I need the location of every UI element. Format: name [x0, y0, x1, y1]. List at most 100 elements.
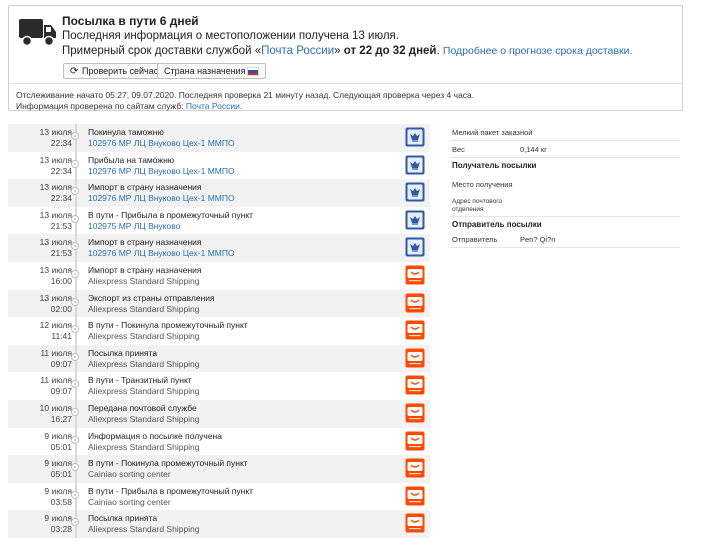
- event-status: В пути - Покинула промежуточный пункт: [88, 320, 248, 331]
- timeline-event: 9 июля 05:01 В пути - Покинула промежуточн…: [8, 455, 430, 483]
- timeline-dot-icon: [71, 463, 79, 472]
- event-status: Информация о посылке получена: [88, 430, 222, 441]
- event-time: 09:07: [50, 386, 72, 397]
- event-time: 21:53: [50, 248, 72, 259]
- recipient-section-header: Получатель посылки: [452, 161, 537, 170]
- russia-flag-icon: [247, 67, 260, 77]
- event-location: 102976 МР ЛЦ Внуково Цех-1 ММПО: [88, 165, 235, 176]
- event-datetime: 13 июля 22:34: [40, 155, 72, 177]
- event-datetime: 9 июля 03:58: [44, 486, 72, 508]
- divider: [9, 83, 682, 84]
- check-now-button[interactable]: ⟳ Проверить сейчас: [63, 63, 166, 79]
- event-date: 10 июля: [39, 402, 72, 413]
- event-location: Aliexpress Standard Shipping: [88, 524, 200, 535]
- event-status: Экспорт из страны отправления: [88, 292, 215, 303]
- aliexpress-icon: [405, 431, 425, 451]
- event-date: 9 июля: [44, 513, 72, 524]
- aliexpress-icon: [405, 348, 425, 368]
- event-location: Aliexpress Standard Shipping: [88, 303, 200, 314]
- aliexpress-icon: [405, 486, 425, 506]
- verified-sources: Информация проверена по сайтам служб: По…: [16, 101, 243, 111]
- event-date: 12 июля: [39, 320, 72, 331]
- event-date: 13 июля: [39, 237, 72, 248]
- event-time: 16:00: [50, 275, 72, 286]
- weight-row: Вес 0,144 кг: [452, 145, 547, 154]
- forecast-link[interactable]: Подробнее о прогнозе срока доставки.: [443, 45, 633, 57]
- truck-icon: [19, 19, 56, 47]
- event-time: 09:07: [50, 358, 72, 369]
- event-status: В пути - Прибыла в промежуточный пункт: [88, 485, 254, 496]
- event-location: Aliexpress Standard Shipping: [88, 413, 200, 424]
- destination-country-button[interactable]: Страна назначения: [157, 63, 267, 79]
- event-location: 102976 МР ЛЦ Внуково Цех-1 ММПО: [88, 193, 235, 204]
- sender-section-header: Отправитель посылки: [452, 220, 542, 229]
- timeline-event: 13 июля 21:53 В пути - Прибыла в промежуто…: [8, 206, 430, 235]
- event-date: 11 июля: [40, 347, 72, 358]
- event-time: 02:00: [50, 303, 72, 314]
- aliexpress-icon: [405, 513, 425, 533]
- event-status: Передана почтовой службе: [88, 402, 197, 413]
- aliexpress-icon: [405, 375, 425, 395]
- event-date: 9 июля: [44, 458, 72, 469]
- timeline-event: 13 июля 22:34 Импорт в страну назначения 10…: [8, 179, 430, 207]
- event-status: В пути - Транзитный пункт: [88, 375, 192, 386]
- timeline-dot-icon: [71, 407, 79, 416]
- event-datetime: 9 июля 03:28: [44, 513, 72, 535]
- event-datetime: 13 июля 02:00: [40, 293, 72, 315]
- event-datetime: 13 июля 22:34: [40, 127, 72, 149]
- timeline-dot-icon: [71, 214, 79, 223]
- refresh-icon: ⟳: [70, 66, 79, 77]
- event-status: В пути - Прибыла в промежуточный пункт: [88, 209, 254, 220]
- timeline-event: 13 июля 22:34 Прибыла на таможню 102976 МР …: [8, 151, 430, 180]
- aliexpress-icon: [405, 403, 425, 423]
- event-datetime: 9 июля 05:01: [44, 458, 72, 480]
- event-time: 11:41: [51, 331, 72, 342]
- timeline-dot-icon: [71, 187, 79, 196]
- timeline-event: 9 июля 03:58 В пути - Прибыла в промежуточ…: [8, 482, 430, 511]
- event-time: 22:34: [50, 138, 72, 148]
- aliexpress-icon: [405, 293, 425, 313]
- delivery-estimate: Примерный срок доставки службой «Почта Р…: [62, 45, 633, 57]
- timeline-event: 12 июля 11:41 В пути - Покинула промежуточ…: [8, 317, 430, 345]
- event-datetime: 13 июля 16:00: [40, 265, 72, 287]
- event-datetime: 12 июля 11:41: [40, 320, 72, 342]
- event-datetime: 13 июля 21:53: [40, 237, 72, 259]
- event-time: 16:27: [50, 413, 72, 424]
- timeline-dot-icon: [71, 380, 79, 389]
- event-location: 102976 МР ЛЦ Внуково Цех-1 ММПО: [88, 138, 235, 148]
- aliexpress-icon: [405, 320, 425, 340]
- event-datetime: 11 июля 09:07: [40, 348, 72, 370]
- event-status: Посылка принята: [88, 513, 158, 524]
- event-date: 13 июля: [39, 209, 72, 220]
- timeline-event: 9 июля 05:01 Информация о посылке получена…: [8, 427, 430, 456]
- event-datetime: 9 июля 05:01: [44, 431, 72, 453]
- event-time: 05:01: [50, 469, 72, 480]
- timeline-dot-icon: [71, 297, 79, 306]
- sender-row: Отправитель Pen? Qi?n: [452, 235, 556, 244]
- timeline-event: 11 июля 09:07 В пути - Транзитный пункт Ali…: [8, 372, 430, 400]
- verified-service-link[interactable]: Почта России: [186, 101, 240, 111]
- service-link[interactable]: Почта России: [261, 45, 334, 57]
- event-time: 03:58: [50, 496, 72, 507]
- eta-range: от 22 до 32 дней: [343, 45, 437, 57]
- event-datetime: 13 июля 21:53: [40, 210, 72, 232]
- event-location: 102975 МР ЛЦ Внуково: [88, 220, 181, 231]
- event-location: Aliexpress Standard Shipping: [88, 441, 200, 452]
- event-time: 22:34: [50, 165, 72, 176]
- event-time: 21:53: [50, 220, 72, 231]
- timeline-dot-icon: [71, 242, 79, 251]
- page-title: Посылка в пути 6 дней: [62, 14, 199, 28]
- timeline-event: 13 июля 02:00 Экспорт из страны отправлени…: [8, 289, 430, 318]
- event-status: В пути - Покинула промежуточный пункт: [88, 458, 248, 469]
- event-datetime: 13 июля 22:34: [40, 182, 72, 204]
- event-location: Aliexpress Standard Shipping: [88, 331, 200, 342]
- timeline-event: 13 июля 16:00 Импорт в страну назначения Al…: [8, 261, 430, 290]
- event-status: Посылка принята: [88, 347, 158, 358]
- aliexpress-icon: [405, 458, 425, 478]
- event-location: Cainiao sorting center: [88, 496, 171, 507]
- russian-post-icon: [405, 155, 425, 175]
- event-date: 13 июля: [39, 154, 72, 165]
- event-date: 13 июля: [39, 292, 72, 303]
- event-location: Aliexpress Standard Shipping: [88, 358, 200, 369]
- event-date: 9 июля: [44, 485, 72, 496]
